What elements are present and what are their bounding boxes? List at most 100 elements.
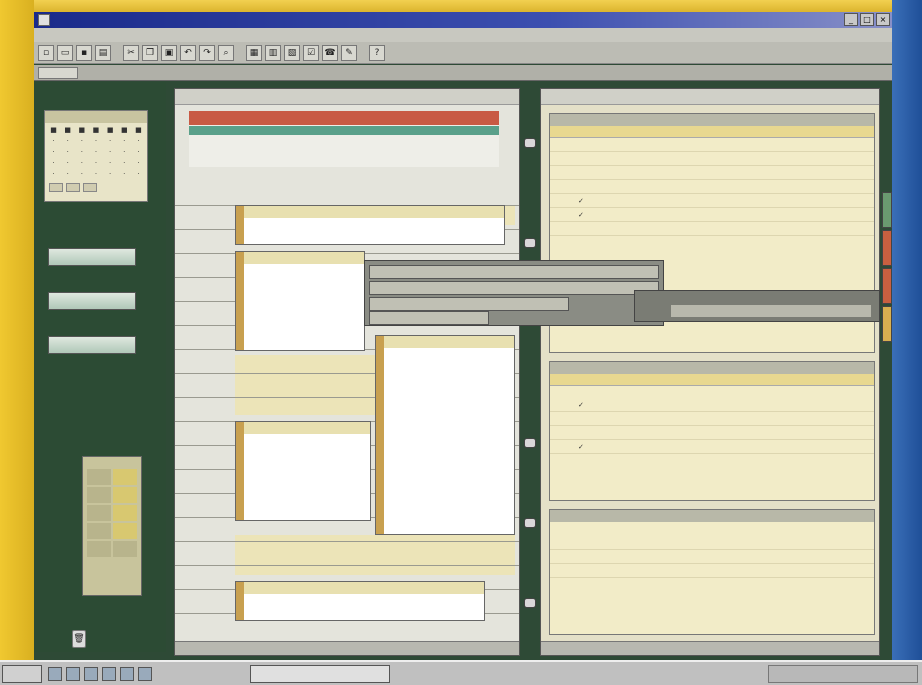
popup-row[interactable] xyxy=(369,281,659,295)
contact-row[interactable] xyxy=(550,412,874,426)
today-button[interactable] xyxy=(66,183,80,192)
redo-icon[interactable]: ↷ xyxy=(199,44,215,61)
calendar-day[interactable]: · xyxy=(132,169,145,179)
calendar-day[interactable]: · xyxy=(89,136,102,146)
calendar-day[interactable]: · xyxy=(47,169,60,179)
section-tab[interactable] xyxy=(882,192,892,228)
taskbar-app-button[interactable] xyxy=(250,665,390,683)
calendar-day[interactable]: · xyxy=(61,147,74,157)
quick-launch-icon[interactable] xyxy=(66,667,80,681)
print-icon[interactable]: ▤ xyxy=(95,44,111,61)
copy-icon[interactable]: ❐ xyxy=(142,44,158,61)
palette-cell[interactable] xyxy=(113,523,137,539)
trash-icon[interactable]: 🗑 xyxy=(72,630,86,648)
next-month-button[interactable] xyxy=(83,183,97,192)
palette-cell[interactable] xyxy=(87,541,111,557)
contact-check[interactable]: ✓ xyxy=(578,398,584,412)
calendar-day[interactable]: · xyxy=(132,136,145,146)
calendar-day[interactable]: · xyxy=(118,169,131,179)
quick-launch-icon[interactable] xyxy=(102,667,116,681)
calendar-day[interactable]: ■ xyxy=(118,125,131,135)
memo-icon[interactable]: ✎ xyxy=(341,44,357,61)
all-day-event-red[interactable] xyxy=(189,111,499,125)
calendar-day[interactable]: · xyxy=(47,147,60,157)
palette-cell[interactable] xyxy=(113,541,137,557)
calendar-day[interactable]: · xyxy=(61,136,74,146)
section-tab[interactable] xyxy=(882,306,892,342)
close-button[interactable]: × xyxy=(876,13,890,26)
calendar-day[interactable]: · xyxy=(118,158,131,168)
minimize-button[interactable]: _ xyxy=(844,13,858,26)
calendar-day[interactable]: · xyxy=(104,158,117,168)
palette-cell[interactable] xyxy=(87,505,111,521)
todo-check[interactable]: ✓ xyxy=(578,194,584,208)
save-icon[interactable]: ▪ xyxy=(76,44,92,61)
appointment[interactable] xyxy=(235,421,371,521)
todo-check[interactable]: ✓ xyxy=(578,208,584,222)
view-selector[interactable] xyxy=(38,67,78,79)
palette-cell[interactable] xyxy=(113,469,137,485)
todo-row[interactable]: ✓ xyxy=(550,208,874,222)
appointment[interactable] xyxy=(235,205,505,245)
day-view-icon[interactable]: ▦ xyxy=(246,44,262,61)
calendar-day[interactable]: · xyxy=(75,136,88,146)
todo-row[interactable] xyxy=(550,152,874,166)
calendar-day[interactable]: ■ xyxy=(61,125,74,135)
contact-row[interactable]: ✓ xyxy=(550,440,874,454)
todo-row[interactable]: ✓ xyxy=(550,194,874,208)
todo-row[interactable] xyxy=(550,166,874,180)
all-day-event-teal[interactable] xyxy=(189,126,499,135)
calendar-day[interactable]: · xyxy=(61,158,74,168)
appointment[interactable] xyxy=(375,335,515,535)
calendar-day[interactable]: · xyxy=(89,158,102,168)
calendar-day[interactable]: · xyxy=(89,147,102,157)
calendar-day[interactable]: · xyxy=(118,136,131,146)
nav-button-3[interactable] xyxy=(48,336,136,354)
calendar-day[interactable]: · xyxy=(132,147,145,157)
palette-cell[interactable] xyxy=(87,469,111,485)
open-icon[interactable]: ▭ xyxy=(57,44,73,61)
calendar-day[interactable]: ■ xyxy=(75,125,88,135)
appointment[interactable] xyxy=(235,251,365,351)
contact-row[interactable]: ✓ xyxy=(550,398,874,412)
start-button[interactable] xyxy=(2,665,42,683)
contact-row[interactable] xyxy=(550,426,874,440)
calendar-day[interactable]: ■ xyxy=(132,125,145,135)
quick-launch-icon[interactable] xyxy=(48,667,62,681)
quick-launch-icon[interactable] xyxy=(120,667,134,681)
calendar-day[interactable]: · xyxy=(104,147,117,157)
calendar-day[interactable]: · xyxy=(104,136,117,146)
calendar-day[interactable]: · xyxy=(118,147,131,157)
week-view-icon[interactable]: ▥ xyxy=(265,44,281,61)
todo-row[interactable] xyxy=(550,180,874,194)
calendar-day[interactable]: · xyxy=(61,169,74,179)
calendar-day[interactable]: · xyxy=(132,158,145,168)
calendar-day[interactable]: · xyxy=(75,147,88,157)
calendar-day[interactable]: ■ xyxy=(47,125,60,135)
contacts-icon[interactable]: ☎ xyxy=(322,44,338,61)
appointment[interactable] xyxy=(235,581,485,621)
calendar-day[interactable]: · xyxy=(104,169,117,179)
calendar-day[interactable]: ■ xyxy=(89,125,102,135)
quick-launch-icon[interactable] xyxy=(84,667,98,681)
new-icon[interactable]: ▫ xyxy=(38,44,54,61)
nav-button-1[interactable] xyxy=(48,248,136,266)
find-icon[interactable]: ⌕ xyxy=(218,44,234,61)
popup-detail-row[interactable] xyxy=(671,305,871,317)
section-tab[interactable] xyxy=(882,230,892,266)
paste-icon[interactable]: ▣ xyxy=(161,44,177,61)
month-view-icon[interactable]: ▧ xyxy=(284,44,300,61)
calendar-day[interactable]: · xyxy=(47,136,60,146)
popup-row[interactable] xyxy=(369,265,659,279)
help-icon[interactable]: ? xyxy=(369,44,385,61)
contact-check[interactable]: ✓ xyxy=(578,440,584,454)
popup-row[interactable] xyxy=(369,297,569,311)
calendar-day[interactable]: · xyxy=(47,158,60,168)
calendar-day[interactable]: ■ xyxy=(104,125,117,135)
popup-row[interactable] xyxy=(369,311,489,325)
palette-cell[interactable] xyxy=(113,505,137,521)
calendar-day[interactable]: · xyxy=(89,169,102,179)
calendar-day[interactable]: · xyxy=(75,158,88,168)
todo-icon[interactable]: ☑ xyxy=(303,44,319,61)
nav-button-2[interactable] xyxy=(48,292,136,310)
